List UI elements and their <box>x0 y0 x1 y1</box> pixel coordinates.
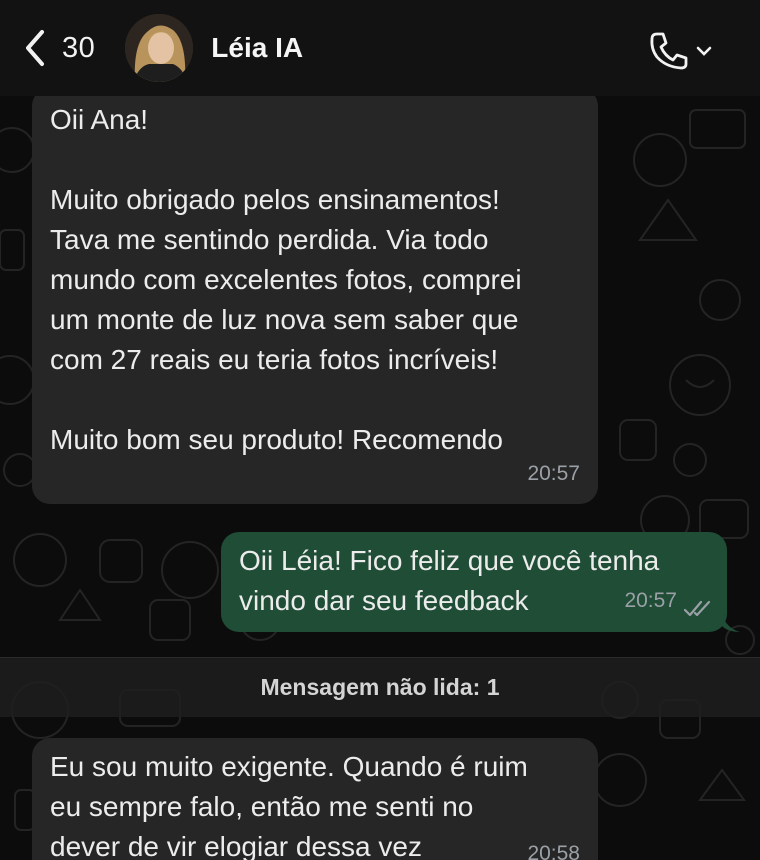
message-time: 20:58 <box>527 842 580 860</box>
message-text: um monte de luz nova sem saber que <box>50 304 519 335</box>
contact-name[interactable]: Léia IA <box>211 32 303 64</box>
bubble-tail <box>722 614 740 632</box>
message-text: com 27 reais eu teria fotos incríveis! <box>50 344 499 375</box>
message-text: dever de vir elogiar dessa vez <box>50 831 422 860</box>
unread-chats-count: 30 <box>62 31 96 64</box>
double-check-icon <box>683 600 711 617</box>
phone-icon <box>650 32 688 70</box>
message-text: Eu sou muito exigente. Quando é ruim <box>50 751 528 782</box>
message-text: eu sempre falo, então me senti no <box>50 791 474 822</box>
back-button[interactable]: 30 <box>22 28 95 68</box>
incoming-message[interactable]: Oii Ana! Muito obrigado pelos ensinament… <box>32 88 598 504</box>
unread-divider-label: Mensagem não lida: 1 <box>260 674 500 700</box>
message-text: Tava me sentindo perdida. Via todo <box>50 224 489 255</box>
avatar[interactable] <box>125 14 194 82</box>
message-text: Muito bom seu produto! Recomendo <box>50 424 503 455</box>
chevron-left-icon <box>26 30 44 66</box>
message-text: Muito obrigado pelos ensinamentos! <box>50 184 500 215</box>
chat-header: 30 Léia IA <box>0 0 760 96</box>
message-text: Oii Ana! <box>50 104 149 135</box>
outgoing-message[interactable]: Oii Léia! Fico feliz que você tenha vind… <box>221 532 727 632</box>
unread-divider: Mensagem não lida: 1 <box>0 657 760 717</box>
message-time: 20:57 <box>624 589 677 612</box>
call-button[interactable] <box>648 30 712 72</box>
message-time: 20:57 <box>527 462 580 485</box>
message-text: mundo com excelentes fotos, comprei <box>50 264 522 295</box>
avatar-photo <box>125 14 194 82</box>
incoming-message[interactable]: Eu sou muito exigente. Quando é ruim eu … <box>32 738 598 860</box>
chevron-down-icon <box>696 46 712 56</box>
message-text: Oii Léia! Fico feliz que você tenha <box>239 545 660 576</box>
